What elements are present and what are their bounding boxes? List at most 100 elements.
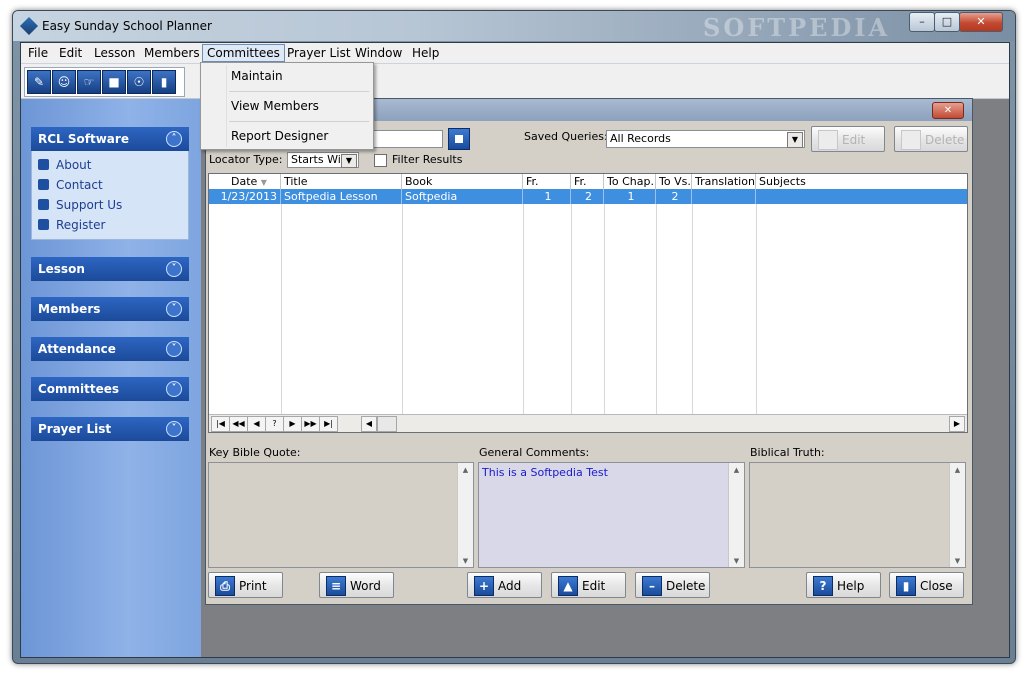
menu-item-view-members[interactable]: View Members	[231, 99, 319, 113]
col-translation[interactable]: Translation	[692, 174, 756, 189]
expand-chevron-icon[interactable]: ˅	[166, 301, 182, 317]
table-row[interactable]: 1/23/2013 Softpedia Lesson Softpedia 1 2…	[209, 189, 967, 204]
menu-lesson[interactable]: Lesson	[90, 45, 139, 61]
prev-page-button[interactable]: ◀◀	[229, 416, 248, 432]
saved-queries-select[interactable]: All Records ▼	[606, 130, 805, 148]
exit-door-icon[interactable]: ▮	[152, 70, 176, 94]
dropdown-arrow-icon[interactable]: ▼	[787, 132, 803, 148]
scroll-up-icon[interactable]: ▲	[729, 466, 744, 474]
menu-item-report-designer[interactable]: Report Designer	[231, 129, 328, 143]
delete-icon	[901, 130, 921, 150]
document-icon: ≡	[326, 576, 346, 596]
maximize-button[interactable]: □	[934, 12, 960, 32]
link-register[interactable]: Register	[38, 215, 188, 235]
memo-scrollbar[interactable]: ▲ ▼	[949, 463, 965, 567]
menu-members[interactable]: Members	[140, 45, 204, 61]
memo-scrollbar[interactable]: ▲ ▼	[728, 463, 744, 567]
last-record-button[interactable]: ▶|	[319, 416, 338, 432]
panel-header-committees[interactable]: Committees ˅	[31, 377, 189, 401]
printer-icon: ⎙	[215, 576, 235, 596]
h-scrollbar-thumb[interactable]	[377, 416, 397, 432]
expand-chevron-icon[interactable]: ˅	[166, 421, 182, 437]
panel-header-members[interactable]: Members ˅	[31, 297, 189, 321]
expand-chevron-icon[interactable]: ˅	[166, 341, 182, 357]
general-comments-memo[interactable]: This is a Softpedia Test ▲ ▼	[478, 462, 745, 568]
sort-arrow-icon: ▼	[260, 178, 267, 187]
panel-header-attendance[interactable]: Attendance ˅	[31, 337, 189, 361]
print-button[interactable]: ⎙ Print	[208, 572, 283, 598]
first-record-button[interactable]: |◀	[211, 416, 230, 432]
col-to-chap[interactable]: To Chap.	[604, 174, 656, 189]
child-close-button[interactable]: ✕	[932, 102, 964, 119]
close-window-button[interactable]: ✕	[959, 12, 1003, 32]
menu-file[interactable]: File	[24, 45, 52, 61]
scroll-up-icon[interactable]: ▲	[458, 466, 473, 474]
committee-tool-icon[interactable]: ☉	[127, 70, 151, 94]
scroll-down-icon[interactable]: ▼	[950, 557, 965, 565]
prev-record-button[interactable]: ◀	[247, 416, 266, 432]
col-fr-vs[interactable]: Fr. Vs.	[571, 174, 604, 203]
menu-committees[interactable]: Committees	[202, 44, 285, 62]
scroll-down-icon[interactable]: ▼	[729, 557, 744, 565]
link-contact[interactable]: Contact	[38, 175, 188, 195]
locate-button[interactable]	[448, 128, 470, 150]
minus-icon: –	[642, 576, 662, 596]
scroll-left-button[interactable]: ◀	[361, 416, 377, 432]
menu-edit[interactable]: Edit	[55, 45, 86, 61]
cell-fr-chap: 1	[523, 189, 571, 204]
prayer-tool-icon[interactable]: ☞	[77, 70, 101, 94]
link-about[interactable]: About	[38, 155, 188, 175]
menu-item-maintain[interactable]: Maintain	[231, 69, 283, 83]
watermark: SOFTPEDIA	[703, 13, 891, 42]
help-button[interactable]: ? Help	[806, 572, 881, 598]
member-tool-icon[interactable]: ☺	[52, 70, 76, 94]
filter-results-checkbox[interactable]	[374, 154, 387, 167]
panel-header-rcl-software[interactable]: RCL Software ˄	[31, 127, 189, 151]
locator-type-select[interactable]: Starts With ▼	[287, 152, 359, 168]
minimize-button[interactable]: –	[909, 12, 935, 32]
word-button[interactable]: ≡ Word	[319, 572, 394, 598]
locator-search-input[interactable]	[371, 130, 443, 148]
cell-to-vs: 2	[656, 189, 692, 204]
search-record-button[interactable]: ?	[265, 416, 284, 432]
collapse-chevron-icon[interactable]: ˄	[166, 131, 182, 147]
panel-title: Attendance	[38, 342, 116, 356]
expand-chevron-icon[interactable]: ˅	[166, 381, 182, 397]
add-button[interactable]: + Add	[467, 572, 542, 598]
scroll-up-icon[interactable]: ▲	[950, 466, 965, 474]
close-button[interactable]: ▮ Close	[889, 572, 964, 598]
col-to-vs[interactable]: To Vs.	[656, 174, 692, 189]
delete-button[interactable]: – Delete	[635, 572, 710, 598]
scroll-right-button[interactable]: ▶	[949, 416, 965, 432]
menu-bar: File Edit Lesson Members Committees Pray…	[21, 43, 1009, 64]
col-subjects[interactable]: Subjects	[756, 174, 965, 189]
menu-help[interactable]: Help	[408, 45, 443, 61]
panel-header-prayer-list[interactable]: Prayer List ˅	[31, 417, 189, 441]
lessons-grid[interactable]: Date ▼ Title Book Fr. Chap. Fr. Vs. To C…	[208, 173, 968, 433]
next-page-button[interactable]: ▶▶	[301, 416, 320, 432]
scroll-down-icon[interactable]: ▼	[458, 557, 473, 565]
link-support-us[interactable]: Support Us	[38, 195, 188, 215]
key-bible-quote-memo[interactable]: ▲ ▼	[208, 462, 474, 568]
panel-header-lesson[interactable]: Lesson ˅	[31, 257, 189, 281]
col-fr-chap[interactable]: Fr. Chap.	[523, 174, 571, 203]
title-bar[interactable]: Easy Sunday School Planner SOFTPEDIA – □…	[13, 11, 1015, 42]
attendance-tool-icon[interactable]: ■	[102, 70, 126, 94]
menu-window[interactable]: Window	[351, 45, 406, 61]
col-title[interactable]: Title	[281, 174, 402, 189]
lesson-tool-icon[interactable]: ✎	[27, 70, 51, 94]
edit-button[interactable]: ▲ Edit	[551, 572, 626, 598]
next-record-button[interactable]: ▶	[283, 416, 302, 432]
menu-prayer-list[interactable]: Prayer List	[283, 45, 355, 61]
memo-scrollbar[interactable]: ▲ ▼	[457, 463, 473, 567]
dropdown-arrow-icon[interactable]: ▼	[341, 154, 357, 168]
col-book[interactable]: Book	[402, 174, 523, 189]
exit-door-icon: ▮	[896, 576, 916, 596]
grid-line	[402, 204, 403, 414]
panel-committees: Committees ˅	[31, 377, 189, 401]
envelope-icon	[38, 179, 49, 190]
grid-header: Date ▼ Title Book Fr. Chap. Fr. Vs. To C…	[209, 174, 967, 203]
expand-chevron-icon[interactable]: ˅	[166, 261, 182, 277]
biblical-truth-memo[interactable]: ▲ ▼	[749, 462, 966, 568]
col-date[interactable]: Date ▼	[209, 174, 281, 189]
